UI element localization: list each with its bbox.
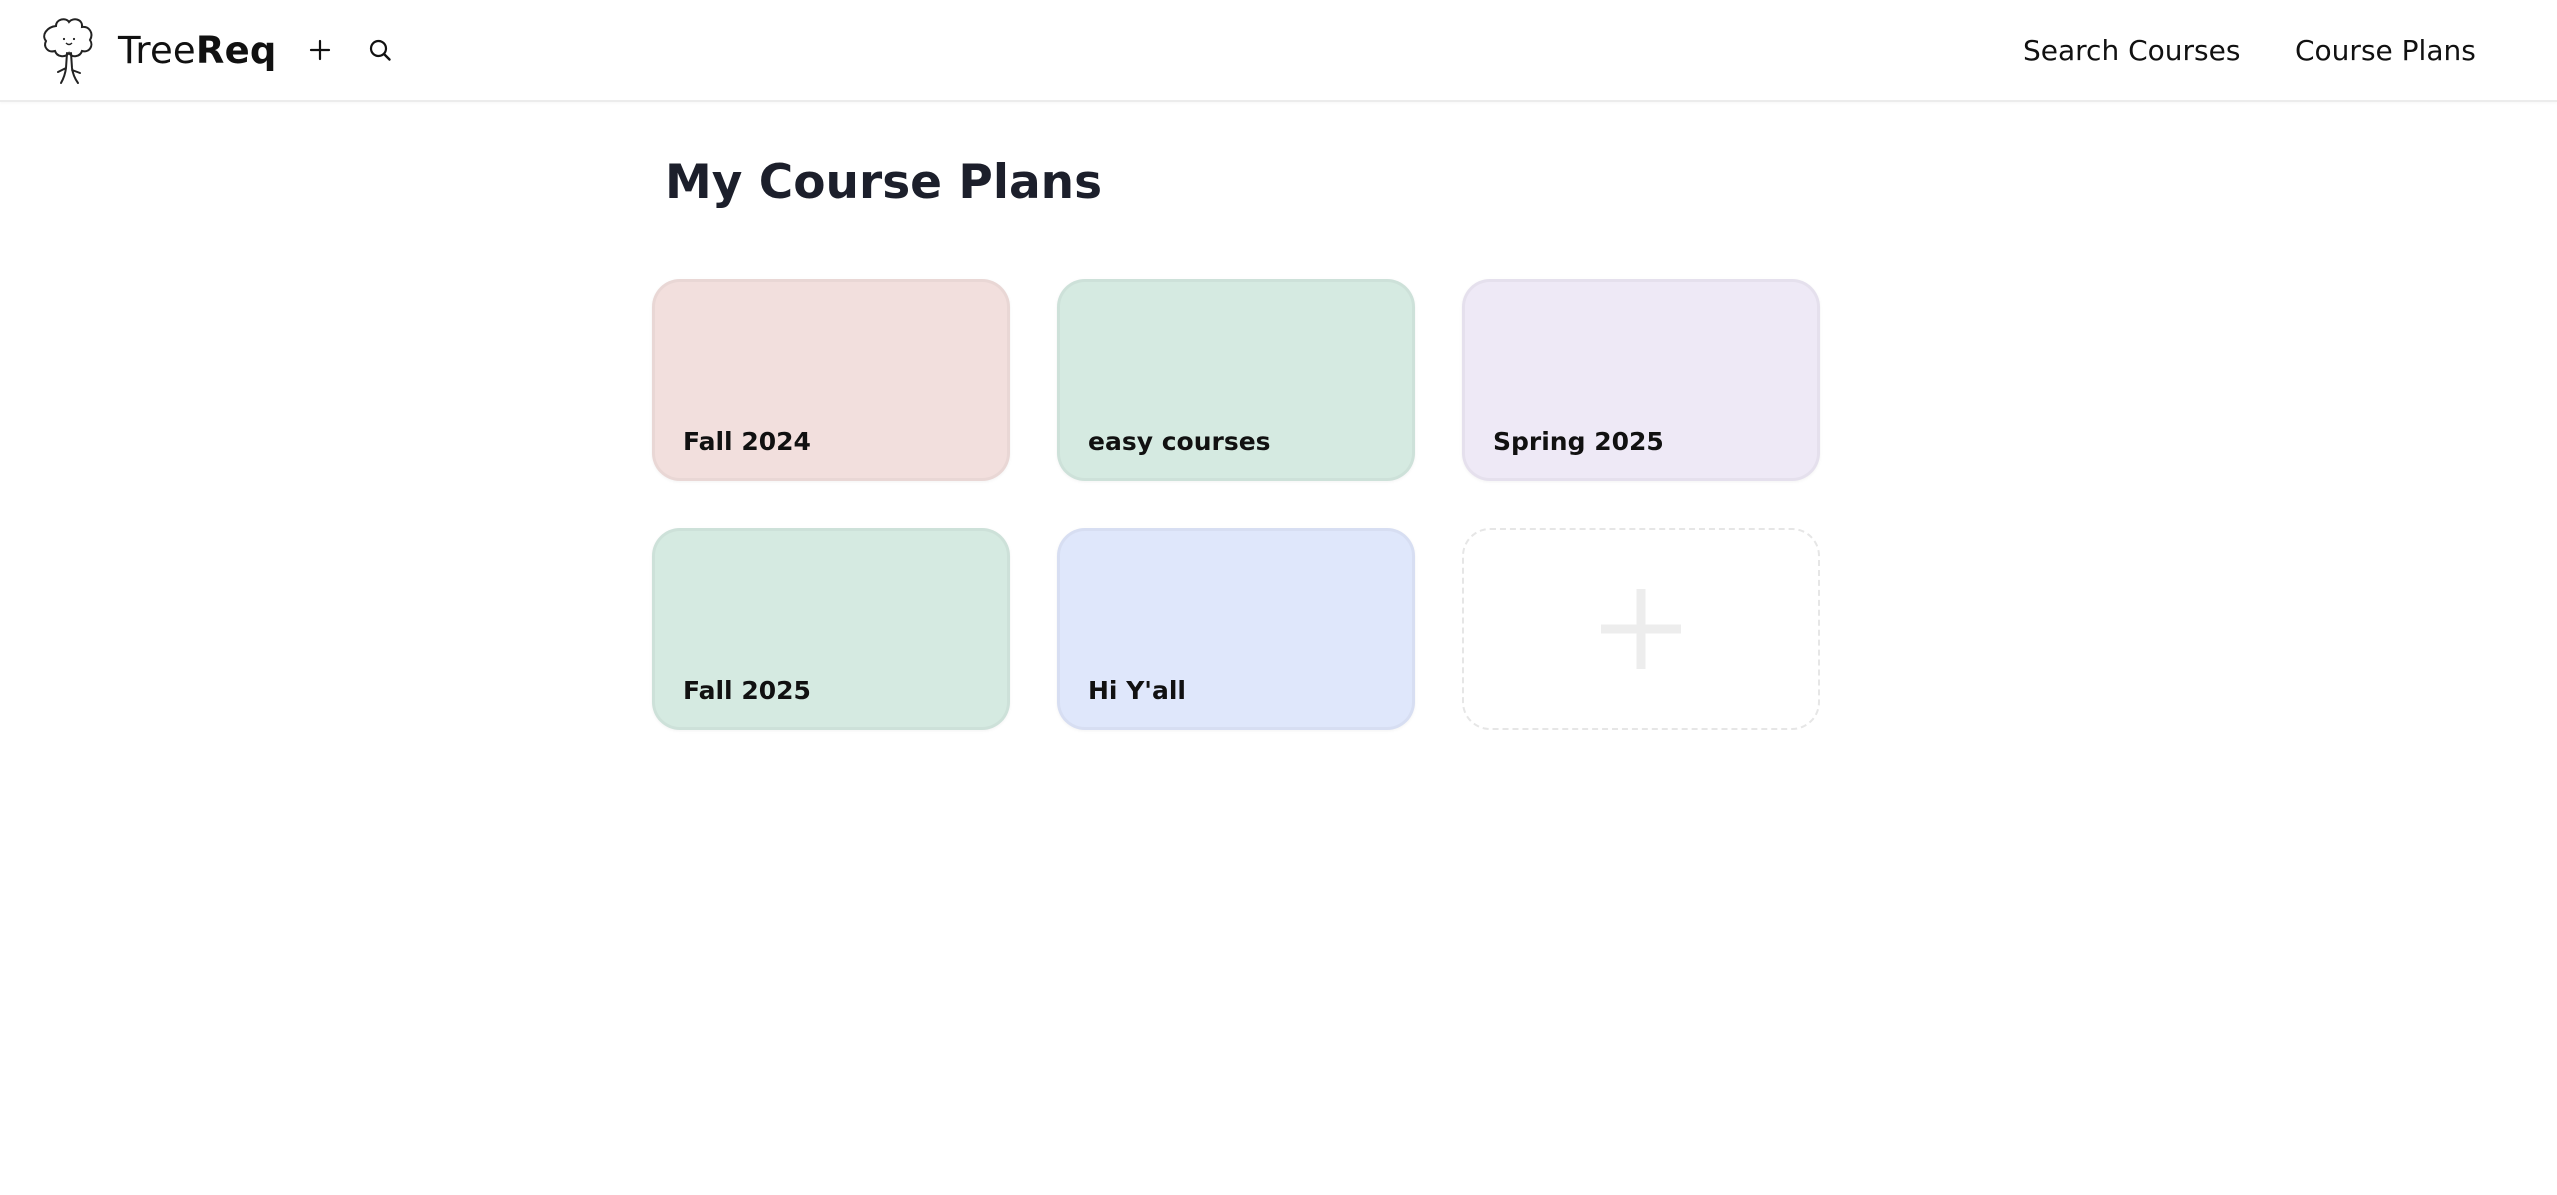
plan-card[interactable]: Spring 2025 bbox=[1462, 279, 1820, 481]
add-plan-button[interactable] bbox=[300, 30, 340, 70]
brand-name[interactable]: TreeReq bbox=[118, 24, 277, 78]
plan-card[interactable]: Fall 2024 bbox=[652, 279, 1010, 481]
plan-card-label: Hi Y'all bbox=[1088, 676, 1186, 705]
nav-course-plans[interactable]: Course Plans bbox=[2295, 28, 2476, 74]
top-navbar: TreeReq Search Courses Course Plans bbox=[0, 0, 2557, 102]
plan-card[interactable]: Hi Y'all bbox=[1057, 528, 1415, 730]
plan-card-label: easy courses bbox=[1088, 427, 1271, 456]
plan-card[interactable]: easy courses bbox=[1057, 279, 1415, 481]
plan-card-label: Fall 2025 bbox=[683, 676, 811, 705]
brand-prefix: Tree bbox=[118, 29, 196, 72]
plan-card-label: Spring 2025 bbox=[1493, 427, 1664, 456]
new-plan-card[interactable] bbox=[1462, 528, 1820, 730]
tree-logo-icon[interactable] bbox=[36, 16, 98, 86]
plan-card-label: Fall 2024 bbox=[683, 427, 811, 456]
plan-card[interactable]: Fall 2025 bbox=[652, 528, 1010, 730]
plus-icon bbox=[1601, 589, 1681, 669]
nav-search-courses[interactable]: Search Courses bbox=[2023, 28, 2240, 74]
plus-icon bbox=[309, 39, 331, 61]
page-title: My Course Plans bbox=[665, 155, 1103, 210]
search-icon bbox=[369, 39, 391, 61]
brand-suffix: Req bbox=[195, 29, 277, 72]
search-button[interactable] bbox=[360, 30, 400, 70]
